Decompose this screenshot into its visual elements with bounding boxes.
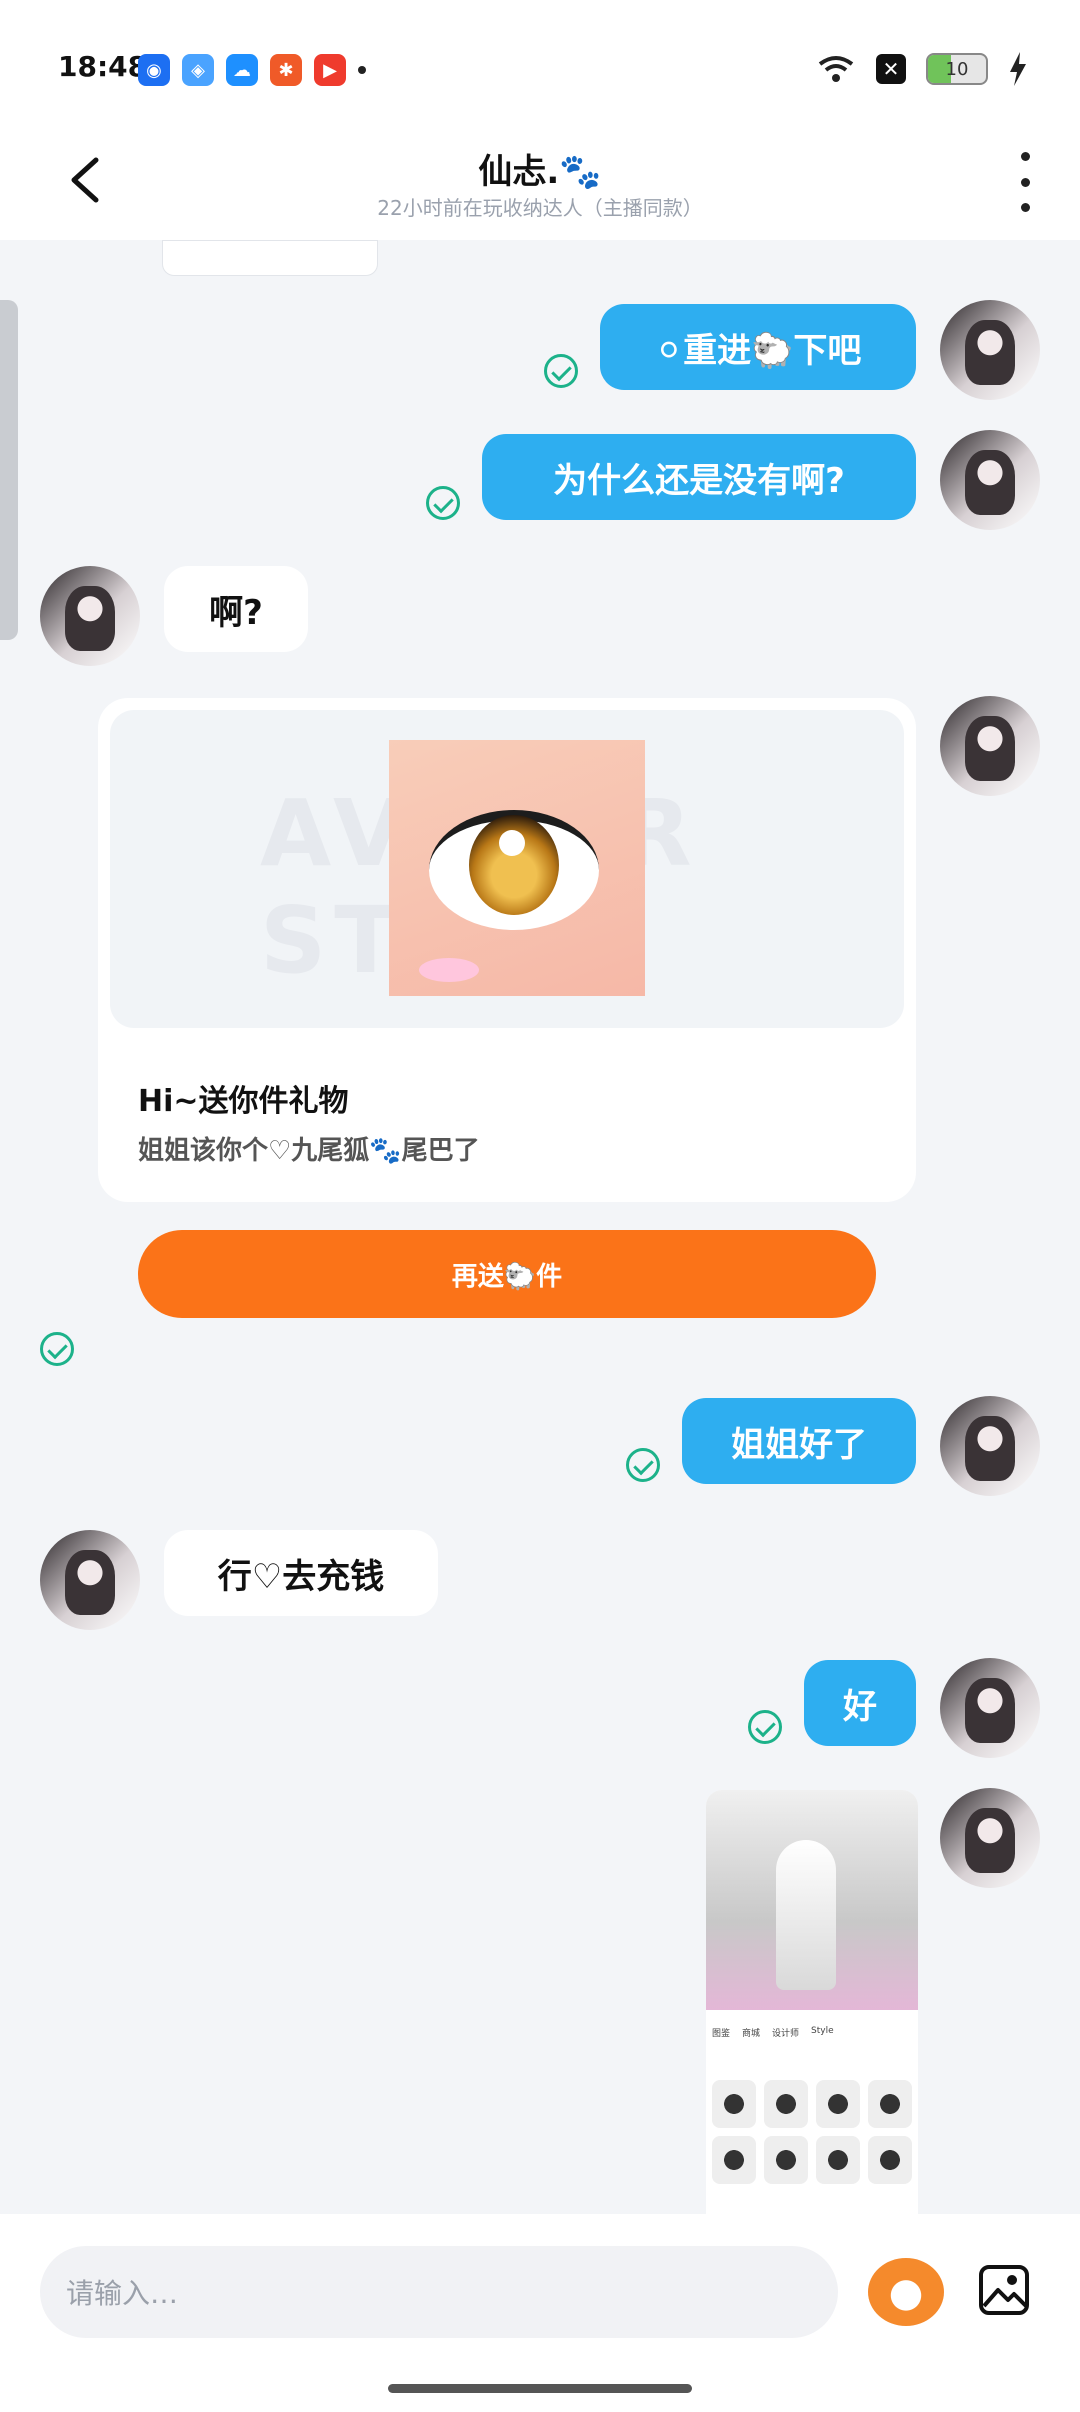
- read-check-icon: [626, 1448, 660, 1482]
- home-indicator[interactable]: [388, 2384, 692, 2393]
- anime-eye-image: [389, 740, 645, 996]
- more-notifications-dot: [358, 66, 366, 74]
- read-check-icon: [748, 1710, 782, 1744]
- previous-image-thumbnail[interactable]: [162, 240, 378, 276]
- gift-image-area: AVATAR STORE: [110, 710, 904, 1028]
- gift-title: Hi~送你件礼物: [138, 1084, 349, 1119]
- read-check-icon: [544, 354, 578, 388]
- notification-icons: ◉ ◈ ☁ ✱ ▶: [138, 54, 366, 86]
- gift-card[interactable]: AVATAR STORE Hi~送你件礼物 姐姐该你个♡九尾狐🐾尾巴了: [98, 698, 916, 1202]
- my-avatar[interactable]: [940, 696, 1040, 796]
- star-app-icon: ✱: [270, 54, 302, 86]
- read-check-icon: [40, 1332, 74, 1366]
- message-input[interactable]: 请输入…: [40, 2246, 838, 2338]
- message-bubble[interactable]: 好: [804, 1660, 916, 1746]
- chat-title[interactable]: 仙忐.🐾: [0, 144, 1080, 193]
- image-picker-icon[interactable]: [978, 2264, 1030, 2316]
- close-app-icon: ✕: [876, 54, 906, 84]
- message-list[interactable]: ⚪重进🐑下吧 为什么还是没有啊? 啊? AVATAR STORE Hi~送你件礼…: [0, 240, 1080, 2214]
- message-bubble[interactable]: 啊?: [164, 566, 308, 652]
- message-bubble[interactable]: ⚪重进🐑下吧: [600, 304, 916, 390]
- message-bubble[interactable]: 姐姐好了: [682, 1398, 916, 1484]
- gift-description: 姐姐该你个♡九尾狐🐾尾巴了: [138, 1136, 480, 1166]
- my-avatar[interactable]: [940, 1788, 1040, 1888]
- status-bar: 18:48 ◉ ◈ ☁ ✱ ▶ ✕ 10: [0, 0, 1080, 130]
- message-bubble[interactable]: 行♡去充钱: [164, 1530, 438, 1616]
- my-avatar[interactable]: [940, 430, 1040, 530]
- chat-subtitle: 22小时前在玩收纳达人（主播同款）: [377, 196, 703, 220]
- video-app-icon: ▶: [314, 54, 346, 86]
- sent-screenshot-image[interactable]: 图鉴 商城 设计师 Style: [706, 1790, 918, 2214]
- send-gift-again-button[interactable]: 再送🐑件: [138, 1230, 876, 1318]
- status-time: 18:48: [58, 50, 148, 83]
- contact-avatar[interactable]: [40, 1530, 140, 1630]
- my-avatar[interactable]: [940, 300, 1040, 400]
- more-options-icon[interactable]: [1010, 152, 1040, 212]
- input-bar: 请输入…: [0, 2214, 1080, 2412]
- contact-avatar[interactable]: [40, 566, 140, 666]
- my-avatar[interactable]: [940, 1396, 1040, 1496]
- read-check-icon: [426, 486, 460, 520]
- charging-bolt-icon: [1010, 52, 1026, 86]
- side-drawer-handle[interactable]: [0, 300, 18, 640]
- map-app-icon: ◉: [138, 54, 170, 86]
- cloud-app-icon: ☁: [226, 54, 258, 86]
- browser-app-icon: ◈: [182, 54, 214, 86]
- my-avatar[interactable]: [940, 1658, 1040, 1758]
- system-icons: ✕ 10: [816, 52, 1028, 86]
- battery-level: 10: [945, 58, 969, 80]
- message-bubble[interactable]: 为什么还是没有啊?: [482, 434, 916, 520]
- wifi-icon: [818, 56, 854, 82]
- chat-header: 仙忐.🐾 22小时前在玩收纳达人（主播同款）: [0, 130, 1080, 240]
- mascot-sticker-icon[interactable]: [868, 2258, 944, 2326]
- battery-icon: 10: [926, 53, 988, 85]
